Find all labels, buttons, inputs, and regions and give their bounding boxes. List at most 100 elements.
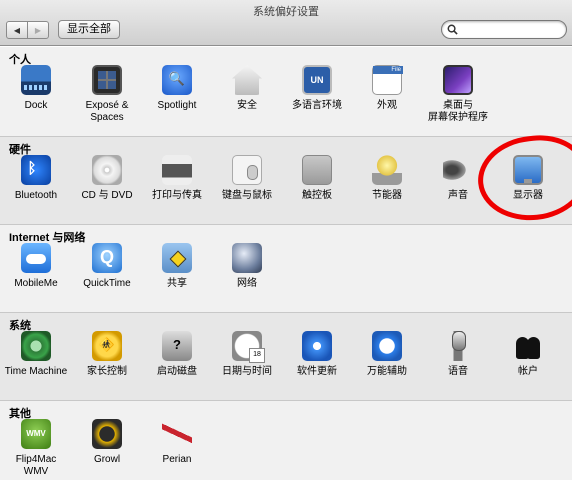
- pane-sound[interactable]: 声音: [418, 155, 498, 202]
- pane-label: 显示器: [513, 190, 543, 201]
- pane-keyboard-mouse[interactable]: 键盘与鼠标: [207, 155, 287, 202]
- pane-label: QuickTime: [83, 278, 131, 289]
- pane-speech[interactable]: 语音: [418, 331, 498, 378]
- pane-desktop-screensaver[interactable]: 桌面与 屏幕保护程序: [418, 65, 498, 124]
- spotlight-icon: [162, 65, 192, 95]
- pane-appearance[interactable]: 外观: [347, 65, 427, 112]
- pane-label: Spotlight: [157, 100, 197, 111]
- pane-label: 外观: [377, 100, 397, 111]
- pane-label: Dock: [24, 100, 48, 111]
- pane-label: 触控板: [302, 190, 332, 201]
- back-button[interactable]: ◀: [7, 22, 28, 38]
- pane-label: 键盘与鼠标: [222, 190, 272, 201]
- pane-label: 安全: [237, 100, 257, 111]
- dock-icon: [21, 65, 51, 95]
- flip4mac-wmv-icon: [21, 419, 51, 449]
- pane-label: 节能器: [372, 190, 402, 201]
- pane-sharing[interactable]: 共享: [137, 243, 217, 290]
- cd-disc-icon: [92, 155, 122, 185]
- pane-accounts[interactable]: 帐户: [488, 331, 568, 378]
- pane-label: 共享: [167, 278, 187, 289]
- un-flag-icon: [302, 65, 332, 95]
- section-other: 其他 Flip4Mac WMV Growl Perian: [0, 400, 572, 480]
- window-toolbar: 系统偏好设置 ◀ ▶ 显示全部: [0, 0, 572, 46]
- pane-flip4mac[interactable]: Flip4Mac WMV: [0, 419, 76, 478]
- startup-disk-icon: [162, 331, 192, 361]
- printer-icon: [162, 155, 192, 185]
- show-all-button[interactable]: 显示全部: [58, 20, 120, 39]
- pane-label: 打印与传真: [152, 190, 202, 201]
- trackpad-icon: [302, 155, 332, 185]
- security-house-icon: [232, 65, 262, 95]
- search-field[interactable]: [441, 20, 567, 39]
- pane-label: 多语言环境: [292, 100, 342, 111]
- pane-label: 网络: [237, 278, 257, 289]
- navigation-buttons: ◀ ▶: [6, 21, 49, 39]
- pane-energy-saver[interactable]: 节能器: [347, 155, 427, 202]
- universal-access-icon: [372, 331, 402, 361]
- forward-button[interactable]: ▶: [28, 22, 48, 38]
- display-monitor-icon: [513, 155, 543, 185]
- pane-label: 家长控制: [87, 366, 127, 377]
- pane-time-machine[interactable]: Time Machine: [0, 331, 76, 378]
- speaker-icon: [443, 155, 473, 185]
- pane-label: Growl: [93, 454, 121, 465]
- pane-perian[interactable]: Perian: [137, 419, 217, 466]
- pane-label: 语音: [448, 366, 468, 377]
- pane-spotlight[interactable]: Spotlight: [137, 65, 217, 112]
- pane-label: Flip4Mac WMV: [15, 454, 57, 477]
- perian-knife-icon: [162, 419, 192, 449]
- pane-print-fax[interactable]: 打印与传真: [137, 155, 217, 202]
- section-hardware: 硬件 Bluetooth CD 与 DVD 打印与传真 键盘与鼠标 触控板 节能…: [0, 136, 572, 224]
- pane-expose-spaces[interactable]: Exposé & Spaces: [67, 65, 147, 124]
- pane-parental-controls[interactable]: 家长控制: [67, 331, 147, 378]
- network-globe-icon: [232, 243, 262, 273]
- pane-cd-dvd[interactable]: CD 与 DVD: [67, 155, 147, 202]
- mobileme-cloud-icon: [21, 243, 51, 273]
- pane-label: 启动磁盘: [157, 366, 197, 377]
- keyboard-mouse-icon: [232, 155, 262, 185]
- pane-trackpad[interactable]: 触控板: [277, 155, 357, 202]
- software-update-icon: [302, 331, 332, 361]
- desktop-screensaver-icon: [443, 65, 473, 95]
- pane-quicktime[interactable]: QuickTime: [67, 243, 147, 290]
- pane-label: 万能辅助: [367, 366, 407, 377]
- pane-label: Time Machine: [4, 366, 68, 377]
- appearance-window-icon: [372, 65, 403, 95]
- date-time-clock-icon: [232, 331, 265, 363]
- section-system: 系统 Time Machine 家长控制 启动磁盘 日期与时间 软件更新 万能辅…: [0, 312, 572, 400]
- growl-paw-icon: [92, 419, 122, 449]
- section-personal: 个人 Dock Exposé & Spaces Spotlight 安全 多语言…: [0, 47, 572, 136]
- search-input[interactable]: [460, 22, 560, 37]
- sharing-folder-icon: [162, 243, 192, 273]
- bluetooth-icon: [21, 155, 51, 185]
- pane-international[interactable]: 多语言环境: [277, 65, 357, 112]
- accounts-people-icon: [513, 331, 543, 361]
- pane-label: 帐户: [518, 366, 538, 377]
- pane-label: 日期与时间: [222, 366, 272, 377]
- pane-label: 软件更新: [297, 366, 337, 377]
- pane-label: Exposé & Spaces: [85, 100, 129, 123]
- pane-network[interactable]: 网络: [207, 243, 287, 290]
- time-machine-icon: [21, 331, 51, 361]
- microphone-icon: [443, 331, 473, 361]
- pane-dock[interactable]: Dock: [0, 65, 76, 112]
- pane-label: Bluetooth: [14, 190, 58, 201]
- pane-security[interactable]: 安全: [207, 65, 287, 112]
- pane-universal-access[interactable]: 万能辅助: [347, 331, 427, 378]
- search-icon: [447, 24, 458, 35]
- section-internet-network: Internet 与网络 MobileMe QuickTime 共享 网络: [0, 224, 572, 312]
- window-title: 系统偏好设置: [253, 6, 319, 18]
- pane-displays[interactable]: 显示器: [488, 155, 568, 202]
- pane-software-update[interactable]: 软件更新: [277, 331, 357, 378]
- pane-startup-disk[interactable]: 启动磁盘: [137, 331, 217, 378]
- pane-mobileme[interactable]: MobileMe: [0, 243, 76, 290]
- quicktime-icon: [92, 243, 122, 273]
- pane-label: 声音: [448, 190, 468, 201]
- pane-bluetooth[interactable]: Bluetooth: [0, 155, 76, 202]
- pane-date-time[interactable]: 日期与时间: [207, 331, 287, 378]
- pane-growl[interactable]: Growl: [67, 419, 147, 466]
- pane-label: Perian: [162, 454, 192, 465]
- expose-spaces-icon: [92, 65, 122, 95]
- pane-label: 桌面与 屏幕保护程序: [428, 100, 488, 123]
